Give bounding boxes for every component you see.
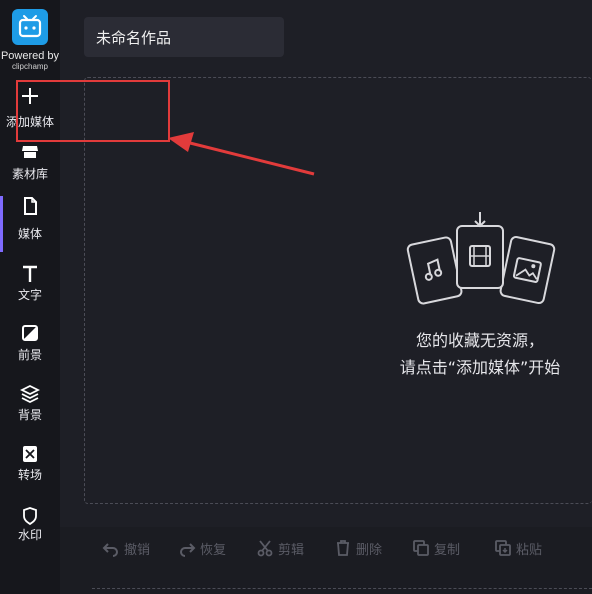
delete-button[interactable]: 删除: [334, 527, 382, 569]
file-icon: [20, 196, 40, 216]
foreground-icon: [20, 324, 40, 344]
copy-icon: [413, 540, 429, 556]
paste-button[interactable]: 粘贴: [494, 527, 542, 569]
redo-button[interactable]: 恢复: [178, 527, 226, 569]
paste-icon: [495, 540, 511, 556]
annotation-highlight-box: [16, 80, 170, 142]
empty-state-line1: 您的收藏无资源，: [415, 331, 544, 350]
paste-label: 粘贴: [516, 542, 543, 558]
timeline-dropzone-edge: [92, 588, 592, 594]
project-title-input[interactable]: [84, 17, 284, 57]
cut-button[interactable]: 剪辑: [256, 527, 304, 569]
powered-by-brand: clipchamp: [11, 62, 48, 71]
sidebar-item-transition[interactable]: 转场: [0, 444, 60, 500]
media-cards-illustration-icon: [406, 212, 556, 305]
store-icon: [20, 142, 40, 162]
copy-button[interactable]: 复制: [412, 527, 460, 569]
sidebar-item-library[interactable]: 素材库: [0, 142, 60, 198]
undo-icon: [102, 543, 118, 557]
empty-state-line2: 请点击“添加媒体”开始: [399, 358, 561, 377]
annotation-arrow-icon: [168, 132, 315, 176]
undo-button[interactable]: 撤销: [102, 527, 150, 569]
sidebar-item-label: 文字: [17, 288, 42, 302]
transition-icon: [20, 444, 40, 464]
sidebar-item-label: 素材库: [11, 167, 48, 181]
bilibili-logo-icon: [12, 9, 48, 45]
scissors-icon: [257, 540, 273, 557]
copy-label: 复制: [434, 542, 461, 558]
sidebar-item-background[interactable]: 背景: [0, 384, 60, 440]
sidebar-item-text[interactable]: 文字: [0, 264, 60, 320]
sidebar-item-label: 转场: [17, 468, 42, 482]
sidebar-item-label: 媒体: [17, 227, 42, 241]
delete-label: 删除: [356, 542, 383, 558]
sidebar-item-foreground[interactable]: 前景: [0, 324, 60, 380]
text-icon: [20, 264, 40, 284]
sidebar-item-label: 背景: [17, 408, 42, 422]
trash-icon: [337, 540, 349, 556]
undo-label: 撤销: [124, 542, 151, 558]
sidebar-item-media[interactable]: 媒体: [0, 196, 60, 252]
powered-by-label: Powered by: [0, 50, 60, 62]
redo-icon: [180, 543, 196, 557]
shield-icon: [20, 506, 40, 526]
sidebar-item-label: 前景: [17, 348, 42, 362]
cut-label: 剪辑: [278, 542, 305, 558]
sidebar-item-watermark[interactable]: 水印: [0, 506, 60, 562]
layers-icon: [19, 384, 41, 404]
redo-label: 恢复: [200, 542, 227, 558]
sidebar-item-label: 水印: [17, 528, 42, 542]
edit-toolbar: 撤销 恢复 剪辑 删除 复制 粘贴: [60, 527, 592, 569]
